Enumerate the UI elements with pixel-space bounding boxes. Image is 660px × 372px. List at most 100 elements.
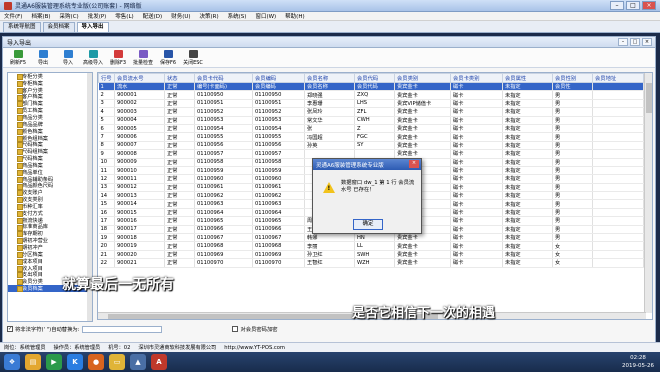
import-button[interactable]: 导入 — [57, 49, 79, 66]
table-cell[interactable]: 男 — [552, 191, 593, 201]
table-cell[interactable]: 男 — [552, 149, 593, 159]
table-cell[interactable] — [592, 90, 644, 100]
table-cell[interactable]: 磁卡 — [450, 216, 503, 226]
tree-item[interactable]: 收支账户 — [8, 189, 92, 196]
table-cell[interactable]: 会员代码 — [354, 82, 395, 92]
table-cell[interactable]: 01100965 — [252, 216, 305, 226]
tab-navigation[interactable]: 系统导航图 — [3, 22, 41, 32]
table-cell[interactable]: 01100963 — [194, 199, 253, 209]
table-cell[interactable]: 正常 — [164, 191, 195, 201]
table-cell[interactable]: 磁卡 — [450, 208, 503, 218]
table-cell[interactable]: 贵宾金卡 — [394, 82, 451, 92]
table-cell[interactable]: 男 — [552, 183, 593, 193]
table-cell[interactable]: 2 — [98, 90, 115, 100]
column-header[interactable]: 会员编码 — [252, 73, 305, 83]
save-button[interactable]: 保存F6 — [157, 49, 179, 66]
table-cell[interactable]: 900008 — [114, 149, 165, 159]
table-cell[interactable]: 01100952 — [194, 107, 253, 117]
table-cell[interactable]: 正常 — [164, 149, 195, 159]
column-header[interactable]: 会员名称 — [304, 73, 355, 83]
table-cell[interactable]: 郑晓强 — [304, 90, 355, 100]
table-cell[interactable]: 7 — [98, 132, 115, 142]
table-cell[interactable]: 男 — [552, 116, 593, 125]
table-cell[interactable]: 900013 — [114, 191, 165, 201]
table-cell[interactable]: SWH — [354, 250, 395, 260]
table-cell[interactable] — [592, 191, 644, 201]
table-cell[interactable]: 19 — [98, 233, 115, 243]
table-cell[interactable]: 正常 — [164, 141, 195, 151]
table-cell[interactable]: 正常 — [164, 208, 195, 218]
tree-item[interactable]: 尺码组档案 — [8, 148, 92, 155]
tree-item[interactable]: 员工档案 — [8, 107, 92, 114]
table-cell[interactable]: 900010 — [114, 166, 165, 176]
table-cell[interactable]: 正常 — [164, 258, 195, 268]
table-cell[interactable]: 11 — [98, 166, 115, 176]
table-cell[interactable]: 未指定 — [502, 141, 553, 151]
table-cell[interactable]: 正常 — [164, 233, 195, 243]
table-cell[interactable]: 磁卡 — [450, 99, 503, 109]
table-cell[interactable]: 01100960 — [194, 174, 253, 184]
start-icon[interactable]: ❖ — [4, 354, 20, 370]
table-cell[interactable]: 孙卫红 — [304, 250, 355, 260]
table-cell[interactable]: 01100957 — [252, 149, 305, 159]
table-cell[interactable]: 磁卡 — [450, 225, 503, 235]
table-cell[interactable]: 磁卡 — [450, 199, 503, 209]
table-cell[interactable]: 01100950 — [252, 90, 305, 100]
table-cell[interactable] — [592, 216, 644, 226]
column-header[interactable]: 会员卡类别 — [450, 73, 503, 83]
tree-item[interactable]: 尺码档案 — [8, 155, 92, 162]
table-cell[interactable]: 900006 — [114, 132, 165, 142]
tree-item[interactable]: 商品品牌 — [8, 121, 92, 128]
table-cell[interactable]: 张凤玲 — [304, 107, 355, 117]
table-cell[interactable]: 01100970 — [252, 258, 305, 268]
table-cell[interactable]: 5 — [98, 116, 115, 125]
table-cell[interactable] — [592, 158, 644, 167]
table-cell[interactable]: 未指定 — [502, 99, 553, 109]
table-cell[interactable]: 01100968 — [194, 241, 253, 251]
table-cell[interactable]: 正常 — [164, 116, 195, 125]
table-row[interactable]: 4 900003 正常 01100952 01100952 张凤玲 ZFL 贵宾金卡 磁卡 未指定… — [98, 107, 644, 117]
menu-help[interactable]: 帮助(H) — [285, 12, 304, 20]
table-cell[interactable]: 未指定 — [502, 124, 553, 134]
table-cell[interactable]: 900012 — [114, 183, 165, 193]
table-cell[interactable]: 12 — [98, 174, 115, 184]
tree-item[interactable]: 客户分类 — [8, 87, 92, 94]
table-cell[interactable]: 磁卡 — [450, 132, 503, 142]
table-cell[interactable]: 未指定 — [502, 250, 553, 260]
table-cell[interactable]: CWH — [354, 116, 395, 125]
table-cell[interactable]: 男 — [552, 225, 593, 235]
table-cell[interactable]: 01100960 — [252, 174, 305, 184]
table-cell[interactable]: 未指定 — [502, 174, 553, 184]
table-cell[interactable]: 男 — [552, 132, 593, 142]
table-cell[interactable]: 磁卡 — [450, 191, 503, 201]
table-cell[interactable]: 900005 — [114, 124, 165, 134]
tree-item[interactable]: 尺码档案 — [8, 141, 92, 148]
table-cell[interactable]: 01100956 — [252, 141, 305, 151]
table-cell[interactable]: 男 — [552, 216, 593, 226]
table-cell[interactable]: 01100955 — [194, 132, 253, 142]
table-cell[interactable] — [592, 225, 644, 235]
table-cell[interactable]: 未指定 — [502, 166, 553, 176]
table-cell[interactable]: 13 — [98, 183, 115, 193]
table-cell[interactable]: 01100959 — [252, 166, 305, 176]
table-row[interactable]: 19 900018 正常 01100967 01100967 韩娜 HN 贵宾金卡 磁卡 未指定男 — [98, 233, 644, 243]
close-button[interactable]: × — [642, 1, 656, 10]
table-row[interactable]: 9 900008 正常 01100957 01100957 贵宾金卡 磁卡 未指定男 — [98, 149, 644, 159]
table-cell[interactable]: 男 — [552, 141, 593, 151]
table-cell[interactable]: 1 — [98, 82, 115, 92]
tree-item[interactable]: 库存期初 — [8, 230, 92, 237]
table-cell[interactable]: 21 — [98, 250, 115, 260]
table-row[interactable]: 22 900021 正常 01100970 01100970 王智红 WZH 贵宾金卡 磁卡 未指… — [98, 258, 644, 268]
table-cell[interactable]: 正常 — [164, 99, 195, 109]
tree-item[interactable]: 部门档案 — [8, 100, 92, 107]
table-cell[interactable]: 01100957 — [194, 149, 253, 159]
column-header[interactable]: 会员类别 — [394, 73, 451, 83]
table-cell[interactable] — [592, 174, 644, 184]
table-cell[interactable]: 磁卡 — [450, 149, 503, 159]
table-cell[interactable]: 01100961 — [252, 183, 305, 193]
table-cell[interactable]: 张 — [304, 124, 355, 134]
table-cell[interactable]: 磁卡 — [450, 116, 503, 125]
table-cell[interactable]: 正常 — [164, 132, 195, 142]
table-cell[interactable]: 男 — [552, 99, 593, 109]
tree-item[interactable]: 专柜分类 — [8, 73, 92, 80]
